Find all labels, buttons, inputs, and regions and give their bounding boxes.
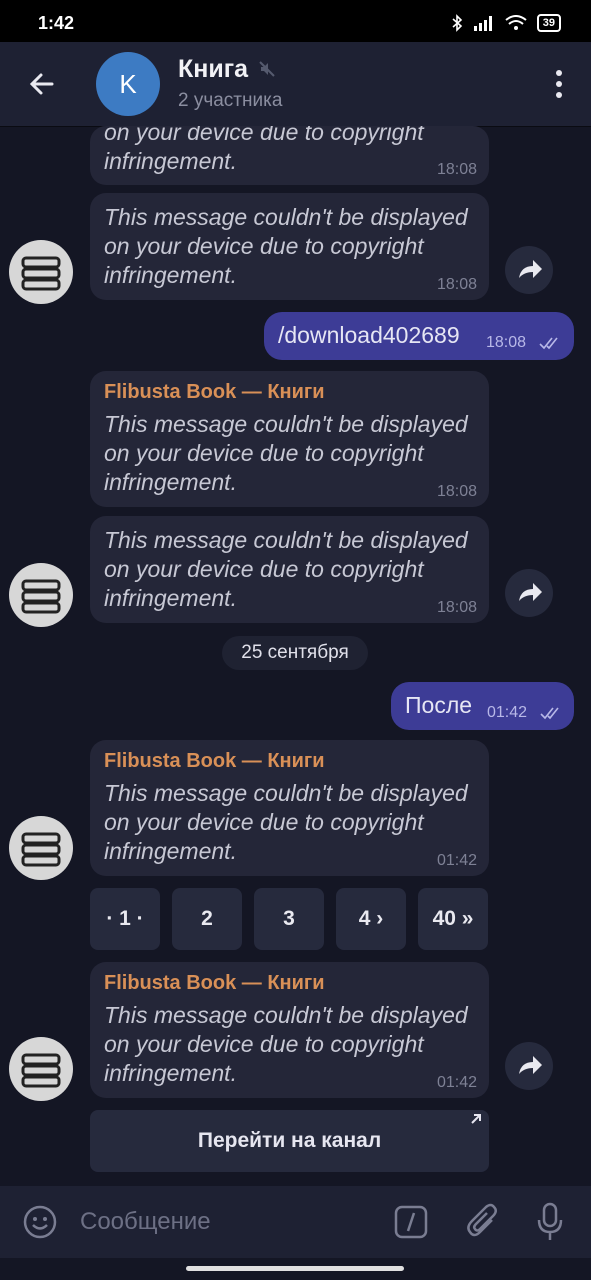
message-bubble[interactable]: Flibusta Book — Книги This message could… xyxy=(90,962,489,1098)
outgoing-message[interactable]: После 01:42 xyxy=(391,682,574,730)
message-time: 01:42 xyxy=(436,1074,477,1091)
message-text: This message couldn't be displayed on yo… xyxy=(104,780,468,864)
share-icon xyxy=(519,583,542,601)
chat-title[interactable]: Книга xyxy=(178,55,248,84)
read-checks-icon xyxy=(540,707,559,720)
go-to-channel-button[interactable]: Перейти на канал xyxy=(90,1110,489,1172)
attach-icon[interactable] xyxy=(466,1202,500,1242)
bot-avatar[interactable] xyxy=(9,816,73,880)
emoji-icon[interactable] xyxy=(22,1204,58,1240)
message-bubble[interactable]: on your device due to copyright infringe… xyxy=(90,126,489,185)
chat-avatar[interactable]: K xyxy=(96,52,160,116)
channel-button-label: Перейти на канал xyxy=(197,1129,382,1152)
external-link-icon xyxy=(471,1114,481,1124)
outgoing-message[interactable]: /download402689 18:08 xyxy=(264,312,574,360)
status-bar: 1:42 39 xyxy=(0,0,591,42)
message-bubble[interactable]: Flibusta Book — Книги This message could… xyxy=(90,371,489,507)
chat-header: K Книга 2 участника xyxy=(0,42,591,126)
page-button-1[interactable]: · 1 · xyxy=(90,888,160,950)
message-bubble[interactable]: This message couldn't be displayed on yo… xyxy=(90,193,489,300)
message-time: 18:08 xyxy=(436,276,477,293)
share-icon xyxy=(519,1056,542,1074)
page-button-last[interactable]: 40 » xyxy=(418,888,488,950)
back-arrow-icon[interactable] xyxy=(26,68,58,100)
share-button[interactable] xyxy=(505,246,553,294)
sender-name[interactable]: Flibusta Book — Книги xyxy=(104,381,475,404)
microphone-icon[interactable] xyxy=(536,1202,564,1242)
wifi-icon xyxy=(505,15,527,30)
share-icon xyxy=(519,260,542,278)
page-button-next[interactable]: 4 › xyxy=(336,888,406,950)
message-input-bar: Сообщение xyxy=(0,1186,591,1258)
message-time: 18:08 xyxy=(486,334,527,351)
status-icons: 39 xyxy=(451,14,561,32)
message-text: После xyxy=(405,692,473,718)
bot-avatar[interactable] xyxy=(9,563,73,627)
books-icon xyxy=(21,256,61,291)
bluetooth-icon xyxy=(452,14,462,32)
page-button-2[interactable]: 2 xyxy=(172,888,242,950)
message-text: on your device due to copyright infringe… xyxy=(104,126,424,174)
share-button[interactable] xyxy=(505,1042,553,1090)
chat-subtitle: 2 участника xyxy=(178,90,283,111)
message-time: 18:08 xyxy=(436,161,477,178)
home-indicator-bar[interactable] xyxy=(186,1266,404,1271)
status-time: 1:42 xyxy=(38,13,75,33)
message-time: 18:08 xyxy=(436,483,477,500)
books-icon xyxy=(21,579,61,614)
read-checks-icon xyxy=(539,337,558,350)
sender-name[interactable]: Flibusta Book — Книги xyxy=(104,750,475,773)
message-bubble[interactable]: Flibusta Book — Книги This message could… xyxy=(90,740,489,876)
books-icon xyxy=(21,832,61,867)
more-menu-icon[interactable] xyxy=(555,68,563,100)
message-bubble[interactable]: This message couldn't be displayed on yo… xyxy=(90,516,489,623)
share-button[interactable] xyxy=(505,569,553,617)
message-text: /download402689 xyxy=(278,322,460,348)
books-icon xyxy=(21,1053,61,1088)
message-text: This message couldn't be displayed on yo… xyxy=(104,204,468,288)
message-input[interactable]: Сообщение xyxy=(80,1208,211,1236)
sender-name[interactable]: Flibusta Book — Книги xyxy=(104,972,475,995)
message-time: 01:42 xyxy=(487,704,528,721)
muted-icon xyxy=(259,61,275,77)
page-button-3[interactable]: 3 xyxy=(254,888,324,950)
message-time: 01:42 xyxy=(436,852,477,869)
bot-commands-icon[interactable] xyxy=(394,1205,428,1239)
message-text: This message couldn't be displayed on yo… xyxy=(104,411,468,495)
message-time: 18:08 xyxy=(436,599,477,616)
message-text: This message couldn't be displayed on yo… xyxy=(104,527,468,611)
message-text: This message couldn't be displayed on yo… xyxy=(104,1002,468,1086)
home-indicator xyxy=(0,1258,591,1280)
signal-icon xyxy=(473,16,492,31)
date-separator: 25 сентября xyxy=(222,636,368,670)
bot-avatar[interactable] xyxy=(9,240,73,304)
bot-avatar[interactable] xyxy=(9,1037,73,1101)
battery-indicator: 39 xyxy=(536,14,561,32)
